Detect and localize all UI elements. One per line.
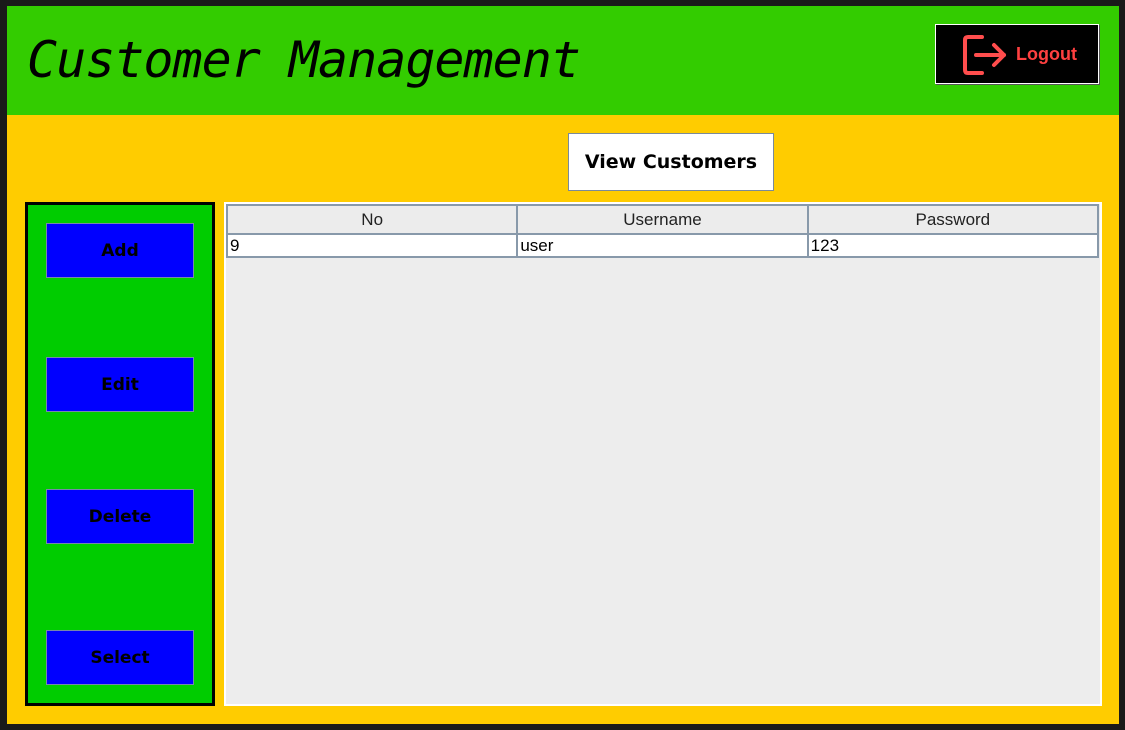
select-button[interactable]: Select: [46, 630, 194, 685]
logout-label: Logout: [1016, 44, 1077, 64]
customers-table[interactable]: No Username Password 9 user 123: [224, 202, 1102, 706]
table-row[interactable]: 9 user 123: [225, 233, 1100, 258]
page-title: Customer Management: [27, 31, 581, 89]
cell-no[interactable]: 9: [225, 233, 519, 258]
customers-grid: No Username Password 9 user 123: [225, 204, 1100, 258]
logout-button[interactable]: Logout: [935, 24, 1099, 84]
column-header-password[interactable]: Password: [806, 204, 1100, 235]
delete-button[interactable]: Delete: [46, 489, 194, 544]
table-header-row: No Username Password: [225, 204, 1100, 235]
view-customers-button[interactable]: View Customers: [568, 133, 774, 191]
column-header-no[interactable]: No: [225, 204, 519, 235]
cell-password[interactable]: 123: [806, 233, 1100, 258]
header-bar: Customer Management Logout: [7, 6, 1119, 115]
column-header-username[interactable]: Username: [516, 204, 809, 235]
logout-icon: [963, 35, 1006, 75]
add-button[interactable]: Add: [46, 223, 194, 278]
sidebar: Add Edit Delete Select: [25, 202, 215, 706]
edit-button[interactable]: Edit: [46, 357, 194, 412]
app-window: Customer Management Logout View Customer…: [7, 6, 1119, 724]
cell-username[interactable]: user: [516, 233, 809, 258]
